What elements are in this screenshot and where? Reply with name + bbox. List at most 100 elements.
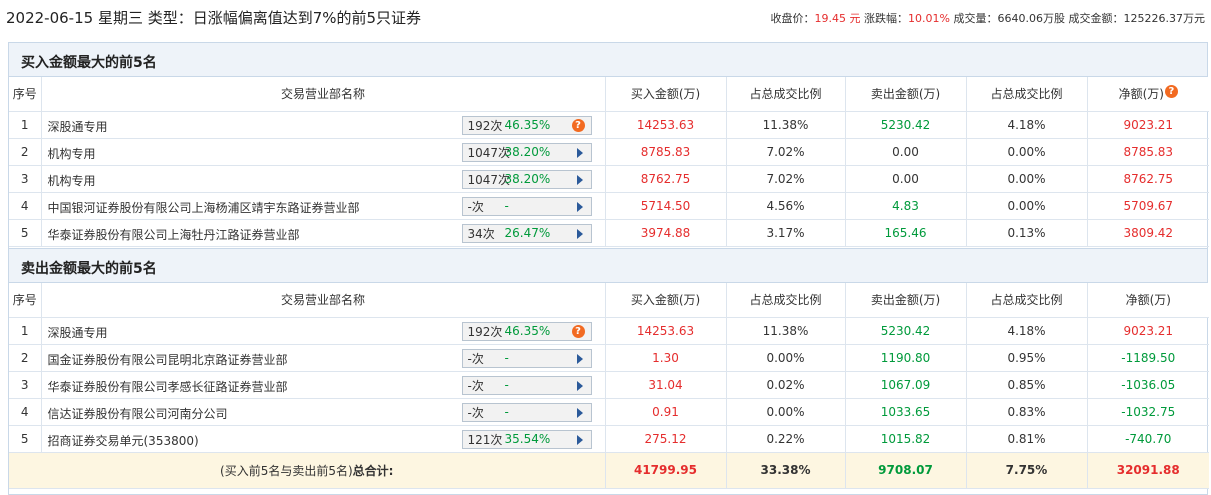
net-amount: -740.70 [1087,425,1209,453]
broker-count: 192次 [467,118,503,133]
total-sell: 9708.07 [845,452,967,489]
col-net: 净额(万)? [1087,77,1209,112]
arrow-right-icon[interactable] [576,201,583,212]
broker-cell: 华泰证券股份有限公司孝感长征路证券营业部 -次 - [41,371,606,399]
broker-count: 1047次 [467,172,511,187]
buy-amount: 3974.88 [605,219,727,247]
sell-amount: 0.00 [845,138,967,166]
buy-ratio: 7.02% [726,165,846,193]
col-sell-ratio: 占总成交比例 [966,283,1088,318]
total-buy-ratio: 33.38% [726,452,846,489]
broker-stat-box[interactable]: -次 - [461,375,592,395]
broker-stat-box[interactable]: 121次 35.54% [461,429,592,449]
broker-stat-box[interactable]: 34次 26.47% [461,223,592,243]
table-row: 1 深股通专用 192次 46.35%? 14253.63 11.38% 5230.42 4.… [9,111,1209,139]
sell-table-body: 1 深股通专用 192次 46.35%? 14253.63 11.38% 5230.42 4.… [9,317,1209,453]
buy-amount: 0.91 [605,398,727,426]
broker-stat-box[interactable]: 192次 46.35%? [461,321,592,341]
broker-name-link[interactable]: 机构专用 [48,172,96,189]
row-index: 3 [9,371,42,399]
col-net-label: 净额(万) [1118,87,1164,102]
broker-stat-box[interactable]: 1047次 38.20% [461,169,592,189]
sell-ratio: 0.00% [966,138,1088,166]
net-amount: 3809.42 [1087,219,1209,247]
help-icon[interactable]: ? [1164,85,1178,99]
broker-stat-box[interactable]: -次 - [461,348,592,368]
sell-amount: 1033.65 [845,398,967,426]
broker-stat-box[interactable]: 192次 46.35%? [461,115,592,135]
buy-ratio: 7.02% [726,138,846,166]
broker-name-link[interactable]: 华泰证券股份有限公司上海牡丹江路证券营业部 [48,226,300,243]
change-label: 涨跌幅： [864,12,909,25]
broker-name-link[interactable]: 国金证券股份有限公司昆明北京路证券营业部 [48,351,288,368]
broker-cell: 国金证券股份有限公司昆明北京路证券营业部 -次 - [41,344,606,372]
buy-ratio: 0.22% [726,425,846,453]
buy-ratio: 0.00% [726,398,846,426]
buy-amount: 5714.50 [605,192,727,220]
sell-ratio: 4.18% [966,111,1088,139]
close-price-value: 19.45 元 [814,12,861,25]
sell-amount: 0.00 [845,165,967,193]
broker-win-rate: - [504,378,509,392]
broker-name-link[interactable]: 招商证券交易单元(353800) [48,432,199,449]
help-icon[interactable]: ? [571,324,585,338]
arrow-right-icon[interactable] [576,434,583,445]
table-row: 5 华泰证券股份有限公司上海牡丹江路证券营业部 34次 26.47% 3974.88 3.… [9,219,1209,247]
broker-cell: 机构专用 1047次 38.20% [41,165,606,193]
volume-label: 成交量： [953,12,998,25]
total-label-bold: 总合计: [352,463,394,478]
col-buy-ratio: 占总成交比例 [726,283,846,318]
table-row: 5 招商证券交易单元(353800) 121次 35.54% 275.12 0.22% 10… [9,425,1209,453]
col-name: 交易营业部名称 [41,77,606,112]
table-row: 2 国金证券股份有限公司昆明北京路证券营业部 -次 - 1.30 0.00% 1190.80… [9,344,1209,372]
sell-amount: 165.46 [845,219,967,247]
broker-stat-box[interactable]: -次 - [461,196,592,216]
sell-section-title: 卖出金额最大的前5名 [21,261,157,277]
sell-ratio: 0.00% [966,192,1088,220]
col-buy: 买入金额(万) [605,77,727,112]
table-row: 4 信达证券股份有限公司河南分公司 -次 - 0.91 0.00% 1033.65 0.83%… [9,398,1209,426]
col-name: 交易营业部名称 [41,283,606,318]
buy-ratio: 3.17% [726,219,846,247]
sell-section-header: 卖出金额最大的前5名 [9,249,1207,283]
table-row: 4 中国银河证券股份有限公司上海杨浦区靖宇东路证券营业部 -次 - 5714.50 4.5… [9,192,1209,220]
net-amount: 9023.21 [1087,317,1209,345]
broker-count: -次 [467,405,484,420]
buy-amount: 275.12 [605,425,727,453]
sell-top5-panel: 卖出金额最大的前5名 序号 交易营业部名称 买入金额(万) 占总成交比例 卖出金… [8,248,1209,495]
broker-name-link[interactable]: 机构专用 [48,145,96,162]
amount-value: 125226.37万元 [1123,12,1206,25]
broker-cell: 中国银河证券股份有限公司上海杨浦区靖宇东路证券营业部 -次 - [41,192,606,220]
broker-stat-box[interactable]: -次 - [461,402,592,422]
net-amount: -1036.05 [1087,371,1209,399]
arrow-right-icon[interactable] [576,147,583,158]
buy-ratio: 0.02% [726,371,846,399]
row-index: 2 [9,138,42,166]
net-amount: 9023.21 [1087,111,1209,139]
amount-label: 成交金额： [1068,12,1124,25]
arrow-right-icon[interactable] [576,353,583,364]
arrow-right-icon[interactable] [576,407,583,418]
arrow-right-icon[interactable] [576,174,583,185]
table-row: 2 机构专用 1047次 38.20% 8785.83 7.02% 0.00 0.00% 878… [9,138,1209,166]
broker-stat-box[interactable]: 1047次 38.20% [461,142,592,162]
buy-table-header: 序号 交易营业部名称 买入金额(万) 占总成交比例 卖出金额(万) 占总成交比例… [9,77,1209,112]
row-index: 3 [9,165,42,193]
help-icon[interactable]: ? [571,118,585,132]
broker-name-link[interactable]: 信达证券股份有限公司河南分公司 [48,405,228,422]
broker-cell: 深股通专用 192次 46.35%? [41,317,606,345]
broker-win-rate: - [504,351,509,365]
arrow-right-icon[interactable] [576,380,583,391]
broker-name-link[interactable]: 深股通专用 [48,324,108,341]
col-net: 净额(万) [1087,283,1209,318]
row-index: 5 [9,425,42,453]
buy-table: 序号 交易营业部名称 买入金额(万) 占总成交比例 卖出金额(万) 占总成交比例… [9,77,1209,247]
net-amount: 8785.83 [1087,138,1209,166]
buy-amount: 8762.75 [605,165,727,193]
broker-name-link[interactable]: 深股通专用 [48,118,108,135]
broker-name-link[interactable]: 华泰证券股份有限公司孝感长征路证券营业部 [48,378,288,395]
broker-win-rate: 38.20% [504,145,551,159]
broker-count: 34次 [467,226,495,241]
broker-name-link[interactable]: 中国银河证券股份有限公司上海杨浦区靖宇东路证券营业部 [48,199,360,216]
arrow-right-icon[interactable] [576,228,583,239]
